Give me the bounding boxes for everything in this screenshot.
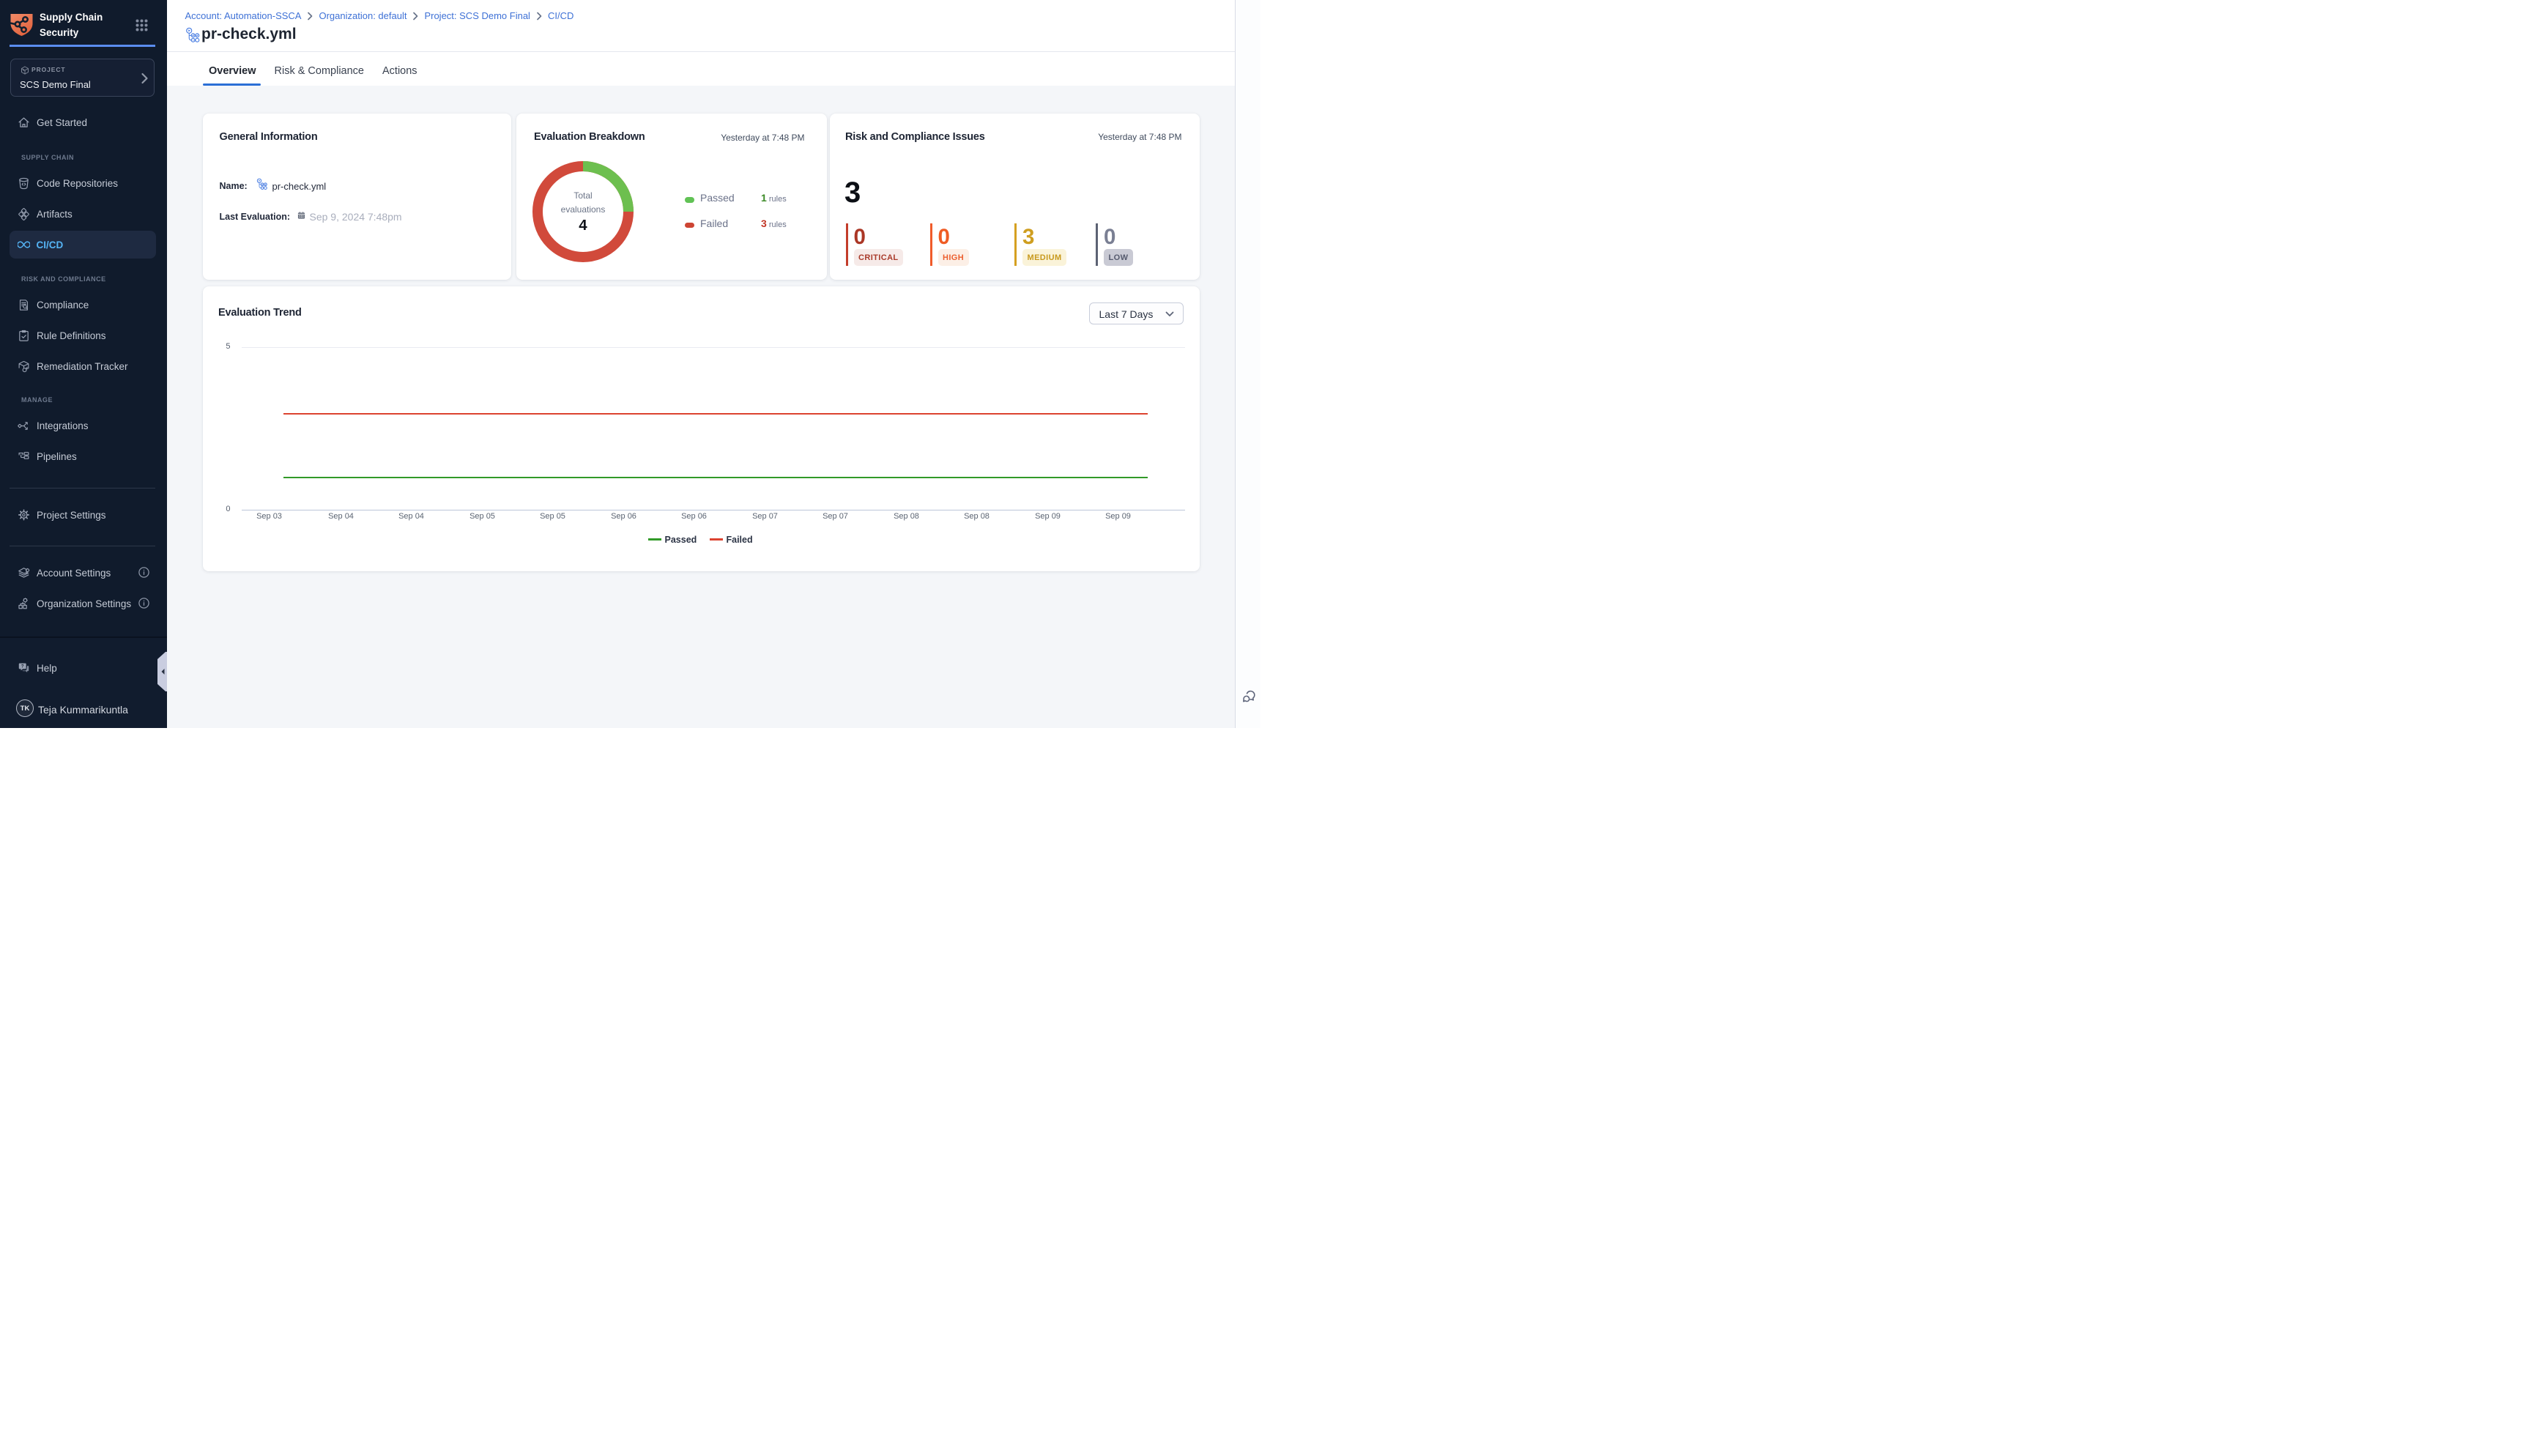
svg-text:?: ? [21, 665, 24, 669]
